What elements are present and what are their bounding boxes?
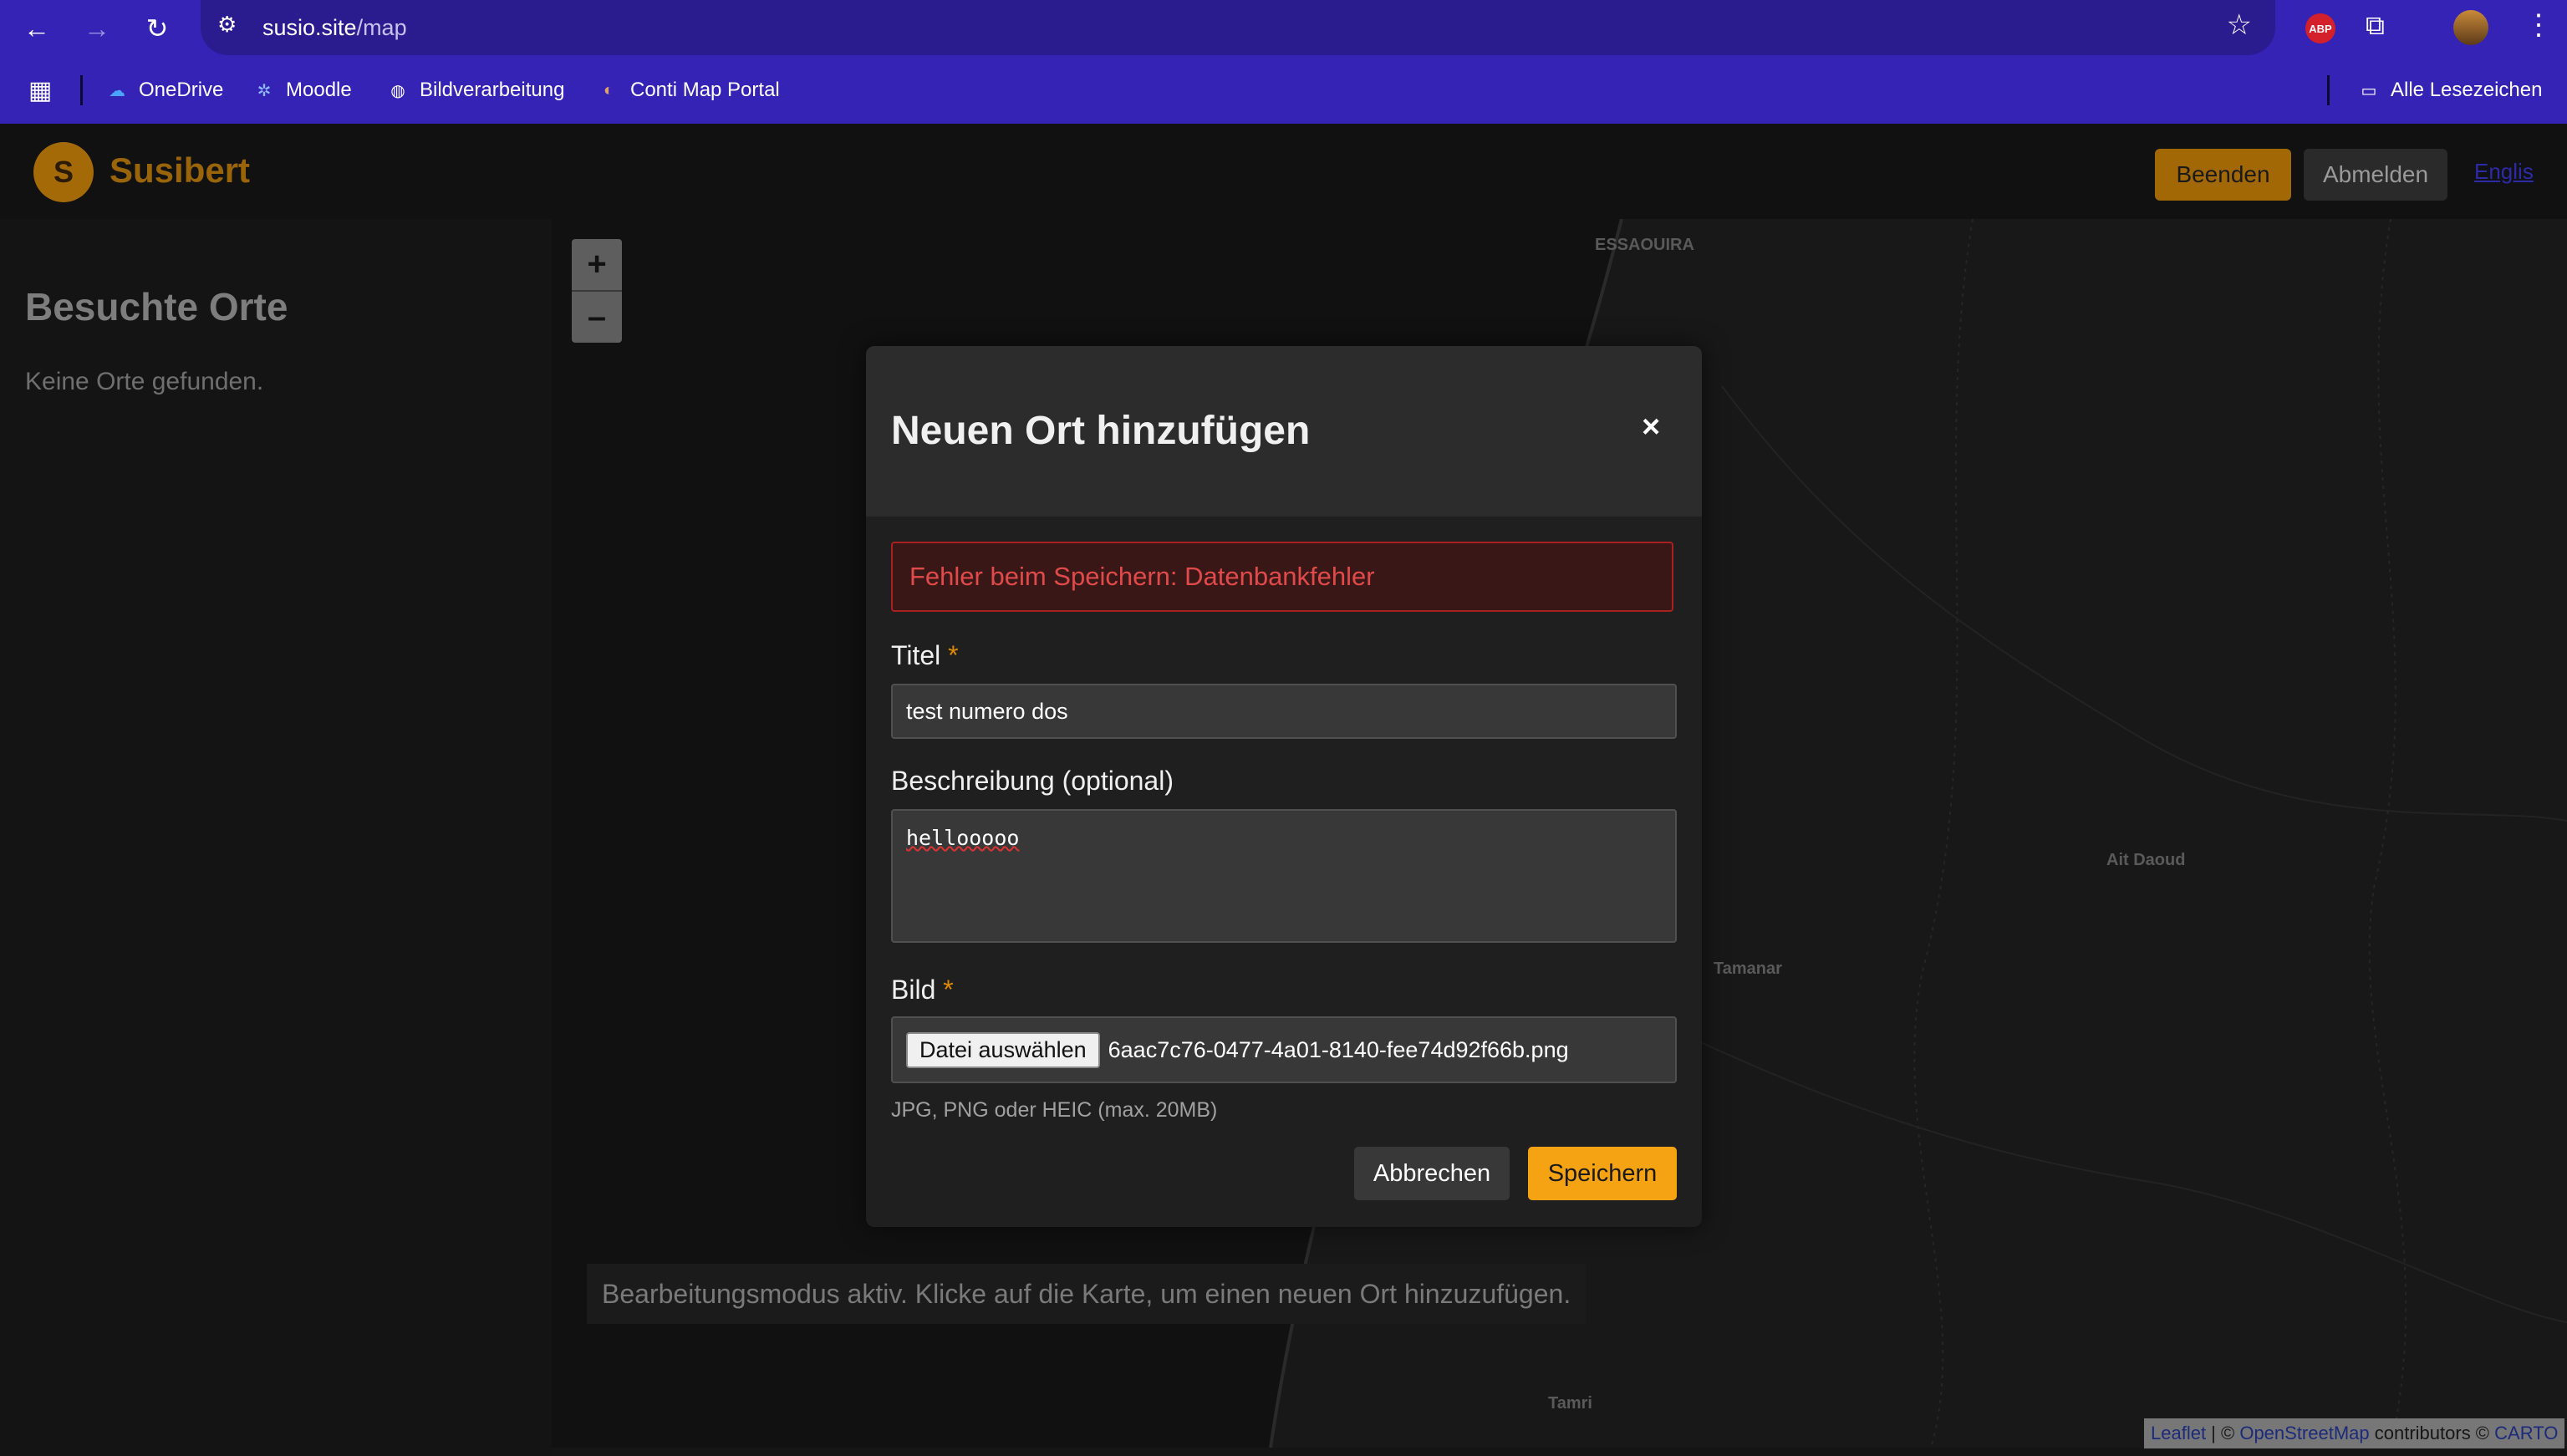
image-file-input[interactable]: Datei auswählen 6aac7c76-0477-4a01-8140-… (891, 1016, 1677, 1083)
reload-icon[interactable]: ↻ (135, 8, 179, 48)
brand-title[interactable]: Susibert (110, 150, 250, 191)
places-sidebar (0, 219, 552, 1456)
close-icon[interactable]: × (1642, 410, 1660, 445)
description-text: hellooooo (906, 826, 1020, 850)
address-bar[interactable]: ⚙ susio.site/map ☆ (201, 0, 2275, 55)
add-place-modal: Neuen Ort hinzufügen × Fehler beim Speic… (866, 346, 1702, 1227)
extensions-icon[interactable]: ⧉ (2366, 10, 2399, 43)
language-link[interactable]: Englis (2474, 159, 2534, 185)
file-name: 6aac7c76-0477-4a01-8140-fee74d92f66b.png (1108, 1036, 1569, 1062)
bookmark-bildverarbeitung[interactable]: ◍ Bildverarbeitung (386, 79, 564, 102)
image-label: Bild * (891, 975, 954, 1005)
modal-title: Neuen Ort hinzufügen (891, 409, 1311, 453)
star-icon[interactable]: ☆ (2227, 8, 2252, 42)
globe-icon: ◍ (390, 81, 405, 100)
map-label-essaouira: ESSAOUIRA (1595, 236, 1694, 254)
sidebar-title: Besuchte Orte (25, 285, 288, 328)
bookmarks-separator (80, 75, 83, 105)
attribution-text: | © (2206, 1423, 2240, 1443)
edit-mode-hint: Bearbeitungsmodus aktiv. Klicke auf die … (587, 1264, 1587, 1324)
menu-icon[interactable]: ⋮ (2524, 8, 2553, 42)
bookmark-onedrive[interactable]: ☁ OneDrive (105, 79, 223, 102)
choose-file-button[interactable]: Datei auswählen (906, 1031, 1100, 1068)
required-mark: * (948, 640, 959, 670)
end-edit-button[interactable]: Beenden (2155, 149, 2291, 201)
zoom-in-button[interactable]: + (572, 239, 622, 292)
bookmark-moodle[interactable]: ✲ Moodle (252, 79, 352, 102)
bookmarks-bar: ▦ ☁ OneDrive ✲ Moodle ◍ Bildverarbeitung… (0, 67, 2567, 114)
back-icon[interactable]: ← (15, 8, 59, 48)
bookmark-label: Moodle (286, 79, 352, 101)
attribution-text: contributors © (2369, 1423, 2495, 1443)
file-help-text: JPG, PNG oder HEIC (max. 20MB) (891, 1098, 1218, 1122)
bookmark-conti-map-portal[interactable]: ◐ Conti Map Portal (597, 79, 780, 102)
profile-avatar-icon[interactable] (2453, 10, 2488, 45)
site-info-icon[interactable]: ⚙ (217, 12, 247, 42)
folder-icon: ▭ (2361, 81, 2377, 100)
url-text: susio.site/map (262, 14, 407, 40)
description-label: Beschreibung (optional) (891, 766, 1174, 796)
map-label-tamanar: Tamanar (1714, 960, 1782, 978)
portal-icon: ◐ (603, 80, 614, 99)
bookmark-label: OneDrive (139, 79, 224, 101)
carto-link[interactable]: CARTO (2494, 1423, 2558, 1444)
title-input[interactable]: test numero dos (891, 684, 1677, 739)
description-textarea[interactable]: hellooooo (891, 809, 1677, 943)
cloud-icon: ☁ (109, 81, 125, 100)
zoom-out-button[interactable]: – (572, 292, 622, 343)
forward-icon[interactable]: → (75, 8, 119, 48)
osm-link[interactable]: OpenStreetMap (2239, 1423, 2369, 1444)
bookmarks-separator (2327, 75, 2330, 105)
adblock-icon[interactable]: ABP (2305, 13, 2335, 43)
zoom-control: + – (572, 239, 622, 343)
all-bookmarks[interactable]: ▭ Alle Lesezeichen (2357, 79, 2543, 102)
map-attribution: Leaflet | © OpenStreetMap contributors ©… (2144, 1418, 2565, 1448)
moodle-icon: ✲ (257, 81, 272, 100)
all-bookmarks-label: Alle Lesezeichen (2391, 79, 2543, 101)
bookmark-label: Conti Map Portal (630, 79, 780, 101)
error-alert: Fehler beim Speichern: Datenbankfehler (891, 542, 1673, 612)
sidebar-empty-text: Keine Orte gefunden. (25, 368, 264, 395)
logout-button[interactable]: Abmelden (2304, 149, 2447, 201)
title-label: Titel * (891, 640, 959, 670)
leaflet-link[interactable]: Leaflet (2151, 1423, 2206, 1444)
cancel-button[interactable]: Abbrechen (1354, 1147, 1510, 1200)
map-label-tamri: Tamri (1548, 1394, 1592, 1413)
bookmark-label: Bildverarbeitung (420, 79, 565, 101)
save-button[interactable]: Speichern (1528, 1147, 1677, 1200)
apps-grid-icon[interactable]: ▦ (28, 76, 52, 105)
user-avatar: S (33, 142, 94, 202)
map-label-ait-daoud: Ait Daoud (2106, 851, 2186, 869)
required-mark: * (943, 975, 954, 1005)
